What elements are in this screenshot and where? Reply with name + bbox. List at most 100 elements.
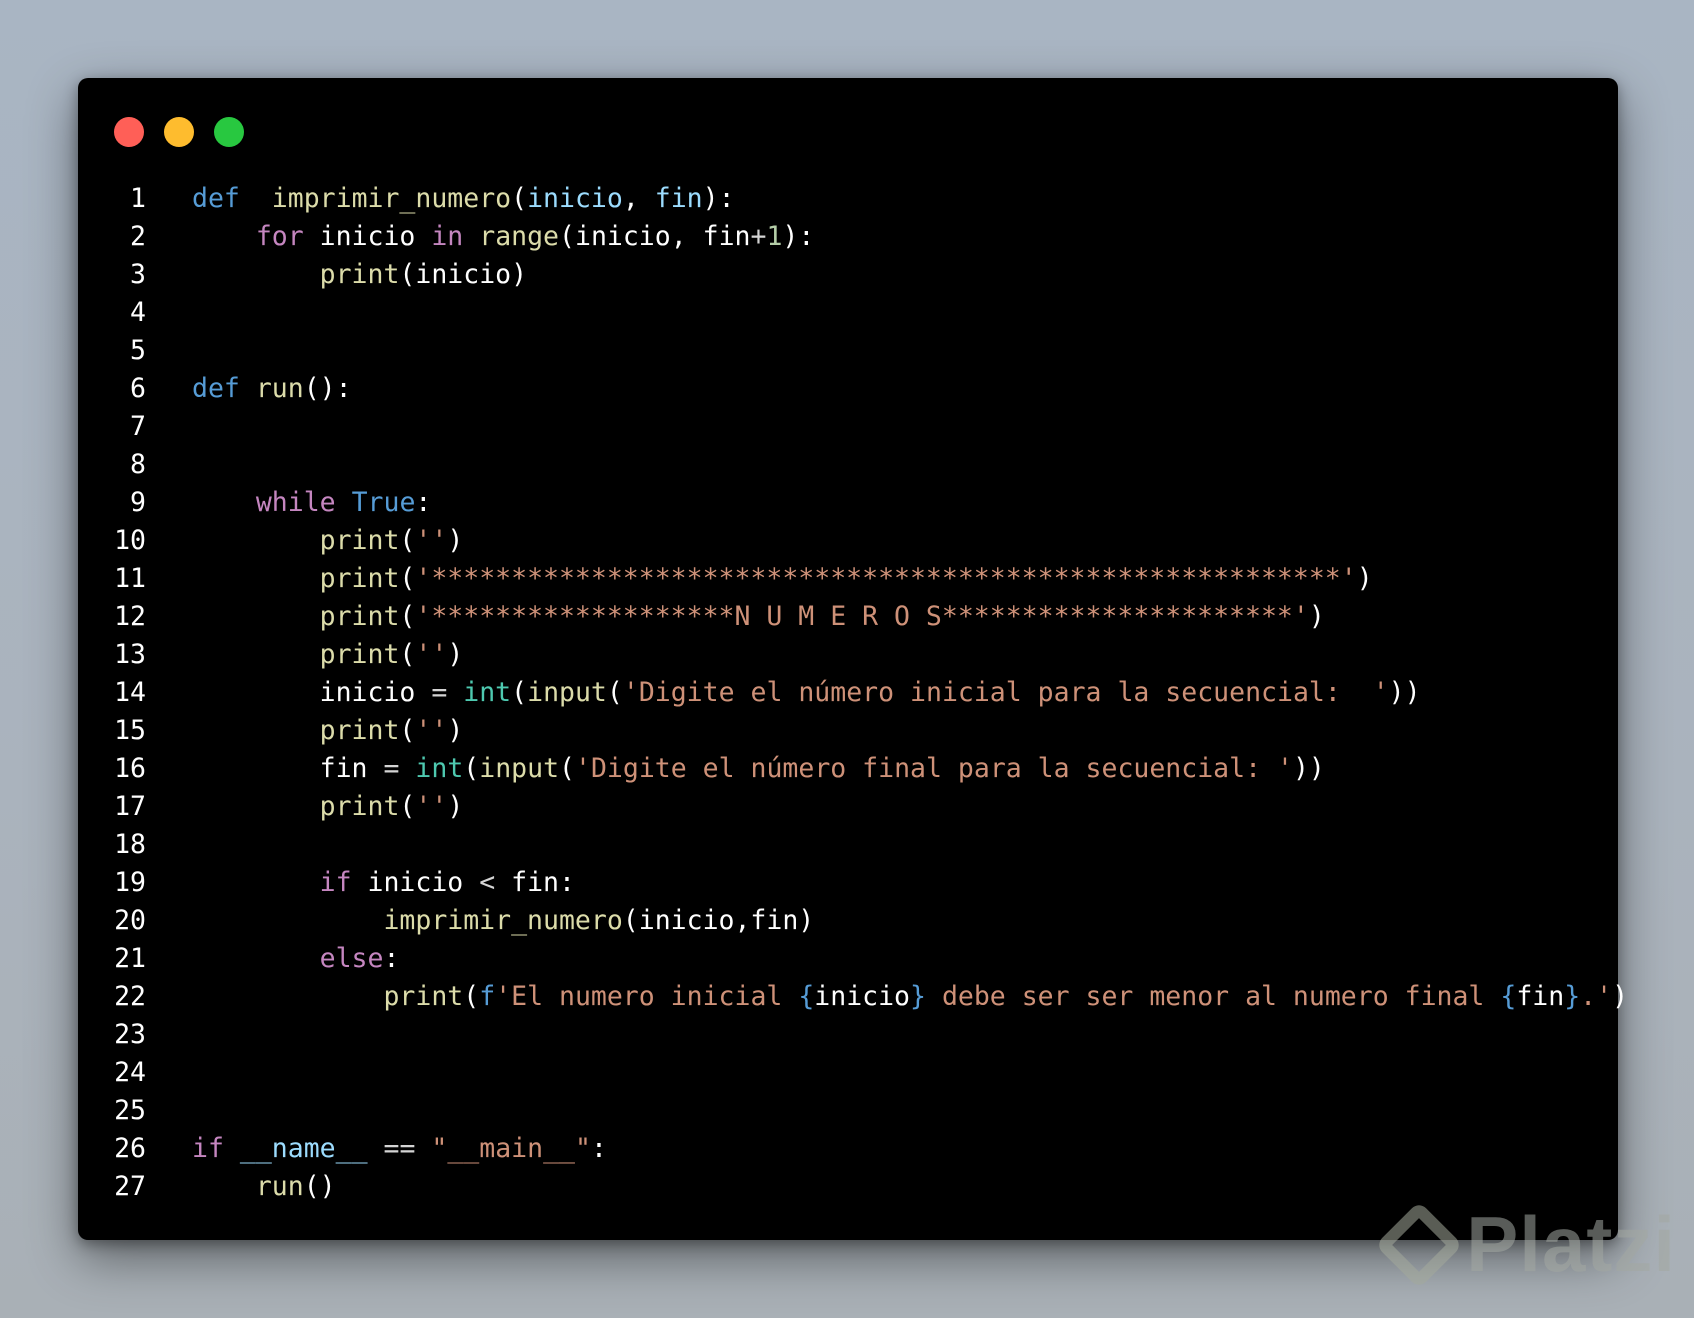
code-token: in: [431, 221, 464, 252]
line-number: 18: [114, 829, 146, 860]
code-token: (: [559, 221, 575, 252]
line-source: if inicio < fin:: [192, 864, 575, 902]
line-source: while True:: [192, 484, 432, 522]
line-source: print(f'El numero inicial {inicio} debe …: [192, 978, 1628, 1016]
code-line: 5: [78, 332, 1628, 370]
line-number: 7: [130, 411, 146, 442]
maximize-button[interactable]: [214, 117, 244, 147]
close-button[interactable]: [114, 117, 144, 147]
line-number: 14: [114, 677, 146, 708]
code-token: __name__: [239, 1133, 368, 1164]
code-token: range: [479, 221, 560, 252]
code-token: inicio: [415, 259, 512, 290]
code-token: (: [463, 981, 480, 1012]
code-token: ): [1356, 563, 1373, 594]
line-number: 13: [114, 639, 146, 670]
line-number: 1: [130, 183, 146, 214]
line-source: inicio = int(input('Digite el número ini…: [192, 674, 1421, 712]
line-number: 25: [114, 1095, 146, 1126]
code-token: run: [255, 373, 304, 404]
code-line: 7: [78, 408, 1628, 446]
code-window: 1 def imprimir_numero(inicio, fin): 2 for …: [78, 78, 1628, 1240]
code-token: ): [447, 639, 464, 670]
code-token: +: [750, 221, 767, 252]
line-source: for inicio in range(inicio, fin+1):: [192, 218, 815, 256]
code-token: (: [399, 791, 416, 822]
code-token: (: [399, 715, 416, 746]
code-token: print: [383, 981, 464, 1012]
line-source: print('*********************************…: [192, 560, 1373, 598]
code-line: 15 print(''): [78, 712, 1628, 750]
code-token: ):: [702, 183, 735, 214]
line-source: if __name__ == "__main__":: [192, 1130, 607, 1168]
code-token: {: [1500, 981, 1517, 1012]
line-number: 17: [114, 791, 146, 822]
line-number: 27: [114, 1171, 146, 1202]
code-token: int: [415, 753, 464, 784]
line-number: 11: [114, 563, 146, 594]
code-line: 8: [78, 446, 1628, 484]
line-source: print(''): [192, 522, 464, 560]
line-number: 19: [114, 867, 146, 898]
code-token: (: [511, 677, 528, 708]
line-source: fin = int(input('Digite el número final …: [192, 750, 1325, 788]
line-source: print(inicio): [192, 256, 527, 294]
code-line: 16 fin = int(input('Digite el número fin…: [78, 750, 1628, 788]
code-token: :: [590, 1133, 607, 1164]
code-token: print: [319, 563, 400, 594]
code-token: 'Digite el número final para la secuenci…: [575, 753, 1293, 784]
code-token: if: [192, 1133, 224, 1164]
code-token: ):: [782, 221, 815, 252]
code-token: .': [1580, 981, 1613, 1012]
code-token: fin: [1516, 981, 1565, 1012]
code-token: (: [511, 183, 528, 214]
line-source: print(''): [192, 636, 464, 674]
line-source: else:: [192, 940, 400, 978]
code-token: '': [415, 715, 448, 746]
line-number: 2: [130, 221, 146, 252]
code-token: =: [431, 677, 448, 708]
code-token: else: [319, 943, 384, 974]
minimize-button[interactable]: [164, 117, 194, 147]
line-number: 3: [130, 259, 146, 290]
code-token: input: [527, 677, 607, 708]
line-source: print(''): [192, 788, 464, 826]
code-token: inicio,fin: [638, 905, 799, 936]
code-token: :: [415, 487, 432, 518]
code-token: '': [415, 639, 448, 670]
code-token: fin: [319, 753, 384, 784]
code-token: inicio, fin: [574, 221, 751, 252]
line-number: 24: [114, 1057, 146, 1088]
code-token: <: [479, 867, 496, 898]
code-token: 'Digite el número inicial para la secuen…: [622, 677, 1389, 708]
code-token: ): [798, 905, 815, 936]
code-token: imprimir_numero: [383, 905, 623, 936]
code-token: ): [447, 791, 464, 822]
code-token: '*******************N U M E R O S*******…: [415, 601, 1309, 632]
code-block: 1 def imprimir_numero(inicio, fin): 2 for …: [78, 180, 1628, 1206]
platzi-logo-icon: [1375, 1200, 1464, 1289]
code-line: 19 if inicio < fin:: [78, 864, 1628, 902]
code-token: inicio: [303, 221, 432, 252]
code-token: inicio: [319, 677, 432, 708]
code-token: ,: [622, 183, 655, 214]
code-token: )): [1388, 677, 1421, 708]
code-token: (: [399, 259, 416, 290]
code-line: 12 print('*******************N U M E R O…: [78, 598, 1628, 636]
code-token: "__main__": [431, 1133, 591, 1164]
code-token: input: [479, 753, 560, 784]
code-line: 20 imprimir_numero(inicio,fin): [78, 902, 1628, 940]
line-source: def run():: [192, 370, 352, 408]
code-token: ():: [303, 373, 352, 404]
